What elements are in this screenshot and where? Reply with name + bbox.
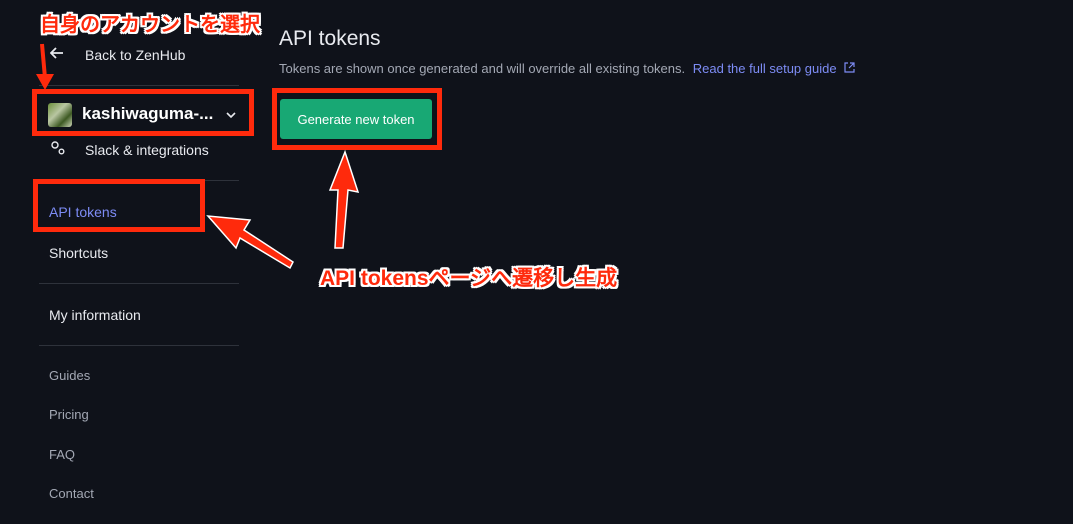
arrow-up-icon [328,149,360,249]
sidebar-link-faq[interactable]: FAQ [49,447,75,462]
sidebar-divider [39,283,239,284]
annotation-box-account [32,89,254,136]
annotation-box-api-tokens [33,179,205,232]
page-title: API tokens [279,27,381,50]
sidebar-link-pricing[interactable]: Pricing [49,407,89,422]
arrow-left-icon [49,46,64,64]
setup-guide-link[interactable]: Read the full setup guide [693,61,837,76]
sidebar-link-contact[interactable]: Contact [49,486,94,501]
sidebar-item-my-information[interactable]: My information [49,307,141,323]
arrow-left-icon [206,215,294,270]
back-link[interactable]: Back to ZenHub [49,45,186,65]
annotation-box-generate [272,88,442,150]
sidebar-divider [39,85,239,86]
sidebar-item-shortcuts[interactable]: Shortcuts [49,245,108,261]
back-link-label: Back to ZenHub [85,47,186,63]
page-description: Tokens are shown once generated and will… [279,61,855,76]
sidebar-item-integrations[interactable]: Slack & integrations [50,140,209,160]
annotation-select-account: 自身のアカウントを選択 [40,14,260,36]
description-text: Tokens are shown once generated and will… [279,61,686,76]
external-link-icon [844,61,855,76]
sidebar-item-label: Slack & integrations [85,142,209,158]
sidebar-divider [39,345,239,346]
gear-icon [50,140,66,161]
sidebar-link-guides[interactable]: Guides [49,368,90,383]
annotation-navigate-generate: API tokensページへ遷移し生成 [320,267,618,290]
